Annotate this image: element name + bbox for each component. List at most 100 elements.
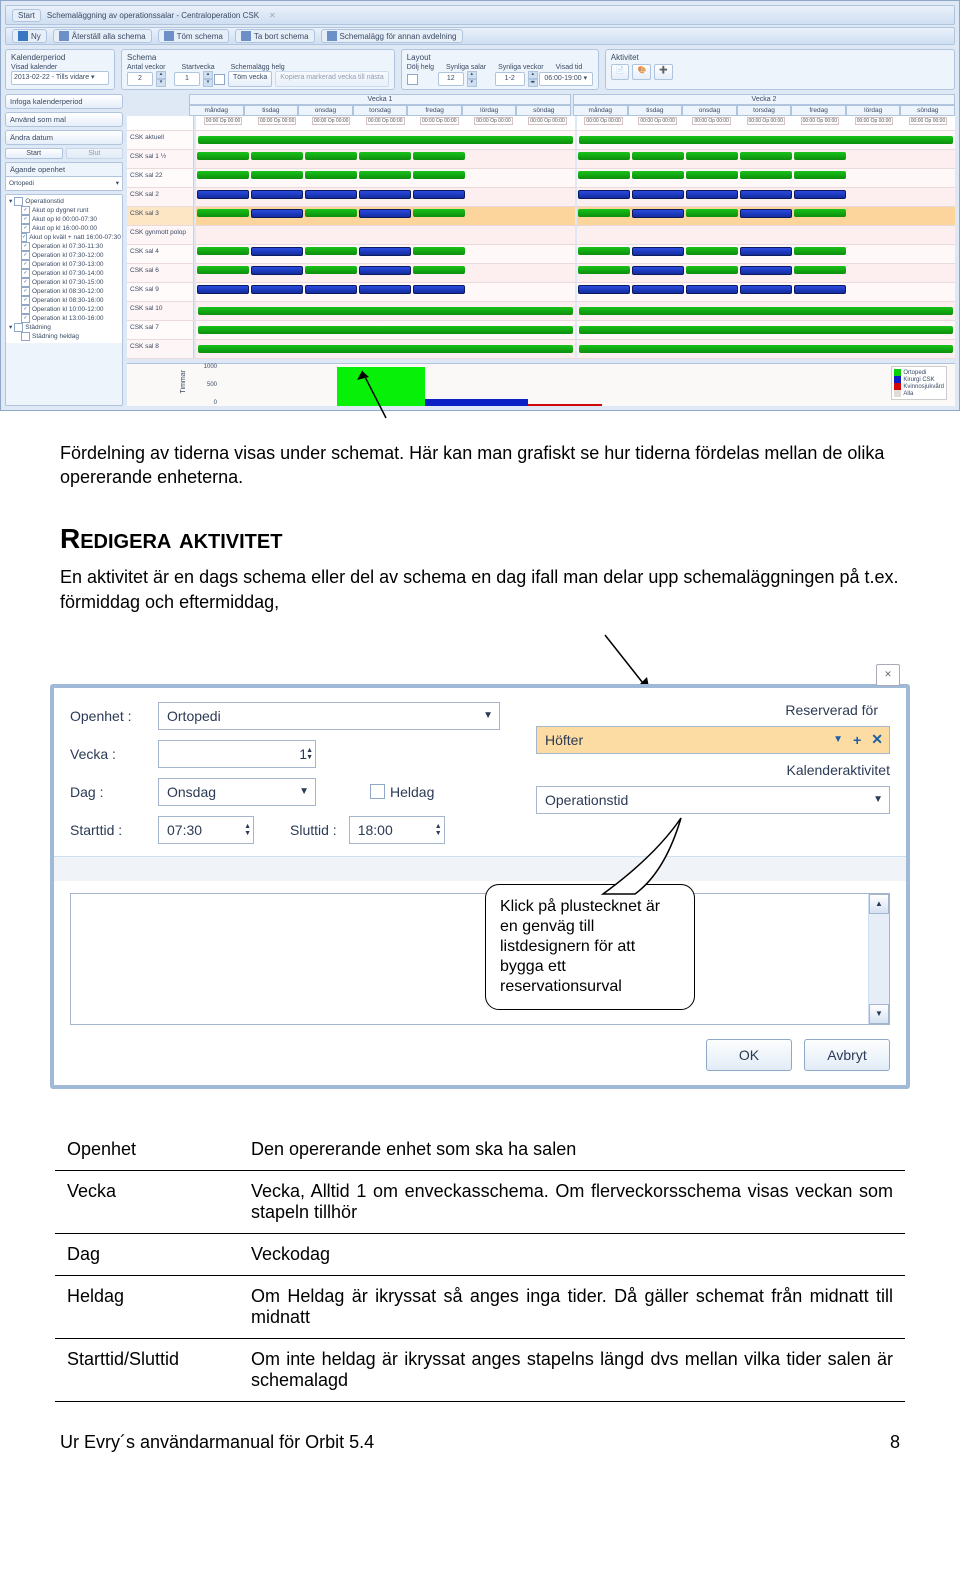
tree-item[interactable]: Operation kl 07:30-14:00 <box>21 269 119 278</box>
menu-ny[interactable]: Ny <box>12 29 47 43</box>
grid-row[interactable]: CSK sal 1 ½ <box>127 150 955 169</box>
sidebar-btn-start[interactable]: Start <box>5 148 63 159</box>
menu-aterstall[interactable]: Återställ alla schema <box>53 29 152 43</box>
row-label: CSK sal 22 <box>127 169 194 187</box>
row-label: CSK sal 4 <box>127 245 194 263</box>
tree-item[interactable]: Operation kl 07:30-15:00 <box>21 278 119 287</box>
table-row: OpenhetDen opererande enhet som ska ha s… <box>55 1129 905 1171</box>
visad-tid-select[interactable]: 06:00-19:00 ▾ <box>539 72 593 86</box>
avbryt-button[interactable]: Avbryt <box>804 1039 890 1071</box>
dag-select[interactable]: Onsdag▼ <box>158 778 316 806</box>
tree-item[interactable]: Akut op kväll + natt 16:00-07:30 <box>21 233 119 242</box>
reset-icon <box>59 31 69 41</box>
row-label: CSK sal 10 <box>127 302 194 320</box>
grid-row[interactable]: CSK sal 4 <box>127 245 955 264</box>
dropdown-icon[interactable]: ▼ <box>833 734 843 745</box>
clear-icon <box>164 31 174 41</box>
ribbon-layout: Layout Dölj helg Synliga salar Synliga v… <box>401 49 599 90</box>
timeline-chart: Timmar 1000 500 0 Ortopedi Kirurgi CSK K… <box>127 363 955 406</box>
sidebar-btn-slut[interactable]: Slut <box>66 148 124 159</box>
row-label: CSK sal 1 ½ <box>127 150 194 168</box>
schemalagghelg-checkbox[interactable] <box>214 74 225 85</box>
dolj-helg-checkbox[interactable] <box>407 74 418 85</box>
antal-veckor-spinner[interactable]: 2 <box>127 72 153 86</box>
table-value: Vecka, Alltid 1 om enveckasschema. Om fl… <box>239 1170 905 1233</box>
sluttid-label: Sluttid : <box>290 822 337 838</box>
scrollbar[interactable]: ▲ ▼ <box>868 894 889 1024</box>
chevron-down-icon: ▼ <box>483 710 493 721</box>
plus-icon[interactable]: + <box>853 732 861 748</box>
grid-row[interactable]: CSK sal 22 <box>127 169 955 188</box>
scroll-down-icon[interactable]: ▼ <box>869 1004 889 1024</box>
grid-row[interactable]: CSK sal 9 <box>127 283 955 302</box>
sidebar-btn-infoga[interactable]: Infoga kalenderperiod <box>5 94 123 109</box>
reserverad-field[interactable]: Höfter ▼ + ✕ <box>536 726 890 754</box>
arrow-to-chart <box>356 363 396 423</box>
grid-area: Vecka 1 måndagtisdagonsdagtorsdagfredagl… <box>127 94 955 406</box>
synliga-salar-spinner[interactable]: 12 <box>438 72 464 86</box>
day-header: söndag <box>516 105 571 116</box>
tree-item[interactable]: Städning heldag <box>21 332 119 341</box>
vecka-spinner[interactable]: 1 ▲▼ <box>158 740 316 768</box>
tree-item[interactable]: Operation kl 07:30-12:00 <box>21 251 119 260</box>
table-row: HeldagOm Heldag är ikryssat så anges ing… <box>55 1275 905 1338</box>
dialog-close-icon[interactable]: ✕ <box>876 664 900 686</box>
grid-row[interactable]: CSK gynmott polop <box>127 226 955 245</box>
day-header: fredag <box>407 105 462 116</box>
startvecka-spinner[interactable]: 1 <box>174 72 200 86</box>
grid-row[interactable]: CSK sal 3 <box>127 207 955 226</box>
tree-item[interactable]: Operation kl 08:30-12:00 <box>21 287 119 296</box>
sluttid-spinner[interactable]: 18:00 ▲▼ <box>349 816 445 844</box>
day-header: onsdag <box>682 105 737 116</box>
grid-row[interactable]: CSK sal 10 <box>127 302 955 321</box>
kopiera-btn[interactable]: Kopiera markerad vecka till nästa <box>275 71 389 87</box>
scroll-up-icon[interactable]: ▲ <box>869 894 889 914</box>
synliga-veckor-spinner[interactable]: 1-2 <box>495 72 525 86</box>
tree-node-op[interactable]: ▾ Operationstid <box>9 197 119 206</box>
day-header: torsdag <box>353 105 408 116</box>
sidebar-btn-andra[interactable]: Ändra datum <box>5 130 123 145</box>
tree-item[interactable]: Operation kl 07:30-13:00 <box>21 260 119 269</box>
ribbon-schema: Schema Antal veckor Startvecka Schemaläg… <box>121 49 395 90</box>
tree-item[interactable]: Akut op kl 00:00-07:30 <box>21 215 119 224</box>
other-icon <box>327 31 337 41</box>
grid-row[interactable]: CSK sal 7 <box>127 321 955 340</box>
tree-node-stadning[interactable]: ▾ Städning <box>9 323 119 332</box>
table-row: DagVeckodag <box>55 1233 905 1275</box>
grid-row[interactable]: CSK sal 6 <box>127 264 955 283</box>
remove-icon[interactable]: ✕ <box>871 731 883 748</box>
tom-vecka-btn[interactable]: Töm vecka <box>228 71 272 87</box>
tree-item[interactable]: Akut op dygnet runt <box>21 206 119 215</box>
heldag-checkbox[interactable]: Heldag <box>370 784 434 800</box>
tree-panel: ▾ Operationstid Akut op dygnet runt Akut… <box>5 194 123 406</box>
footer-left: Ur Evry´s användarmanual för Orbit 5.4 <box>60 1432 374 1453</box>
day-header: tisdag <box>244 105 299 116</box>
window-title: Schemaläggning av operationssalar - Cent… <box>47 11 259 20</box>
tree-item[interactable]: Operation kl 13:00-16:00 <box>21 314 119 323</box>
kalender-aktivitet-select[interactable]: Operationstid▼ <box>536 786 890 814</box>
sidebar-btn-anvand[interactable]: Använd som mal <box>5 112 123 127</box>
chevron-down-icon: ▼ <box>873 794 883 805</box>
tree-item[interactable]: Operation kl 07:30-11:30 <box>21 242 119 251</box>
starttid-spinner[interactable]: 07:30 ▲▼ <box>158 816 254 844</box>
ok-button[interactable]: OK <box>706 1039 792 1071</box>
tree-item[interactable]: Operation kl 08:30-16:00 <box>21 296 119 305</box>
grid-row[interactable]: CSK aktuell <box>127 131 955 150</box>
aktivitet-icon-1[interactable]: 📄 <box>611 64 630 80</box>
row-label: CSK gynmott polop <box>127 226 194 244</box>
menu-bar: Ny Återställ alla schema Töm schema Ta b… <box>5 27 955 45</box>
menu-tom[interactable]: Töm schema <box>158 29 229 43</box>
menu-tabort[interactable]: Ta bort schema <box>235 29 315 43</box>
aktivitet-icon-2[interactable]: 🎨 <box>632 64 651 80</box>
tree-item[interactable]: Operation kl 10:00-12:00 <box>21 305 119 314</box>
visad-kalender-select[interactable]: 2013-02-22 - Tills vidare ▾ <box>11 71 109 85</box>
grid-row[interactable]: CSK sal 8 <box>127 340 955 359</box>
menu-annan[interactable]: Schemalägg för annan avdelning <box>321 29 463 43</box>
remove-icon <box>241 31 251 41</box>
openhet-select[interactable]: Ortopedi▼ <box>158 702 500 730</box>
day-header: onsdag <box>298 105 353 116</box>
tree-item[interactable]: Akut op kl 16:00-00:00 <box>21 224 119 233</box>
aktivitet-icon-3[interactable]: ➕ <box>654 64 673 80</box>
grid-row[interactable]: CSK sal 2 <box>127 188 955 207</box>
start-button[interactable]: Start <box>12 9 41 22</box>
